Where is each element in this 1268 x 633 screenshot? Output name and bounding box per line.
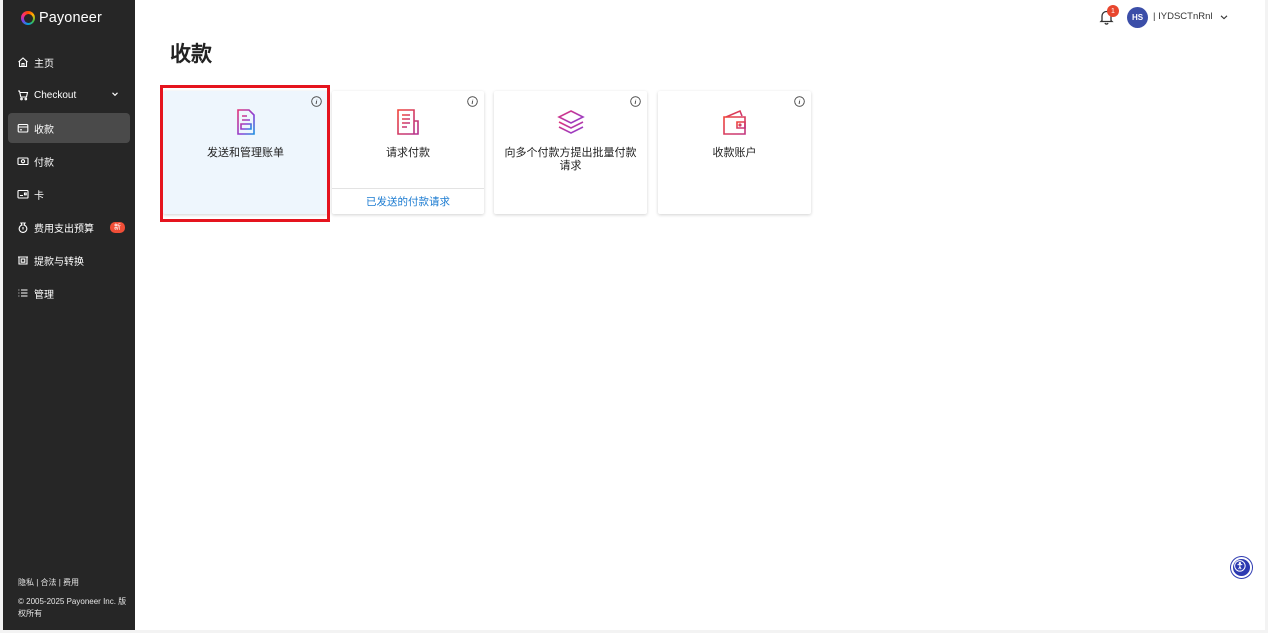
wallet-icon [722,109,746,135]
home-icon [18,57,28,68]
selection-highlight-frame [160,85,330,222]
accessibility-icon [1234,560,1246,572]
sidebar: Payoneer 主页 Checkout 收款 付款 卡 费用支出预算 新 提款… [3,0,135,630]
avatar[interactable]: HS [1127,7,1148,28]
sidebar-item-withdraw[interactable]: 提款与转换 [8,245,130,275]
sidebar-item-label: 付款 [34,157,54,169]
pay-icon [17,157,29,166]
app-window: Payoneer 主页 Checkout 收款 付款 卡 费用支出预算 新 提款… [3,0,1265,630]
footer-links[interactable]: 隐私 | 合法 | 费用 [18,577,79,588]
sidebar-item-label: 提款与转换 [34,256,84,268]
logo-ring-icon [21,11,35,25]
info-icon[interactable] [467,96,478,107]
sidebar-item-label: 收款 [34,124,54,136]
sidebar-item-label: 费用支出预算 [34,223,94,235]
sidebar-item-card[interactable]: 卡 [8,179,130,209]
sidebar-item-budget[interactable]: 费用支出预算 新 [8,212,130,242]
new-badge: 新 [110,221,125,233]
sidebar-item-checkout[interactable]: Checkout [8,80,130,110]
sidebar-item-label: 主页 [34,58,54,70]
notification-count-badge: 1 [1107,5,1119,17]
cart-icon [18,90,29,101]
accessibility-button[interactable] [1231,557,1252,578]
request-payment-card[interactable]: 请求付款 已发送的付款请求 [332,91,484,214]
card-label: 收款账户 [712,147,757,159]
sidebar-item-manage[interactable]: 管理 [8,278,130,308]
card-icon [17,189,29,199]
info-icon[interactable] [630,96,641,107]
card-label: 向多个付款方提出批量付款请求 [504,147,637,172]
sidebar-item-receive[interactable]: 收款 [8,113,130,143]
payoneer-logo[interactable]: Payoneer [21,10,102,26]
withdraw-icon [18,256,28,265]
receiving-accounts-card[interactable]: 收款账户 [658,91,811,214]
sidebar-item-pay[interactable]: 付款 [8,146,130,176]
user-name[interactable]: | IYDSCTnRnl [1153,11,1212,22]
sidebar-item-label: 管理 [34,289,54,301]
chevron-down-icon[interactable] [1219,12,1229,22]
info-icon[interactable] [794,96,805,107]
list-icon [18,289,28,297]
sent-requests-link[interactable]: 已发送的付款请求 [332,188,484,214]
card-label: 请求付款 [386,147,430,159]
sidebar-item-home[interactable]: 主页 [8,47,130,77]
sidebar-item-label: 卡 [34,190,44,202]
receive-icon [17,123,29,133]
layers-icon [556,110,585,134]
budget-icon [18,222,28,233]
sidebar-nav: 主页 Checkout 收款 付款 卡 费用支出预算 新 提款与转换 管理 [8,47,130,311]
logo-text: Payoneer [39,10,102,26]
batch-payment-request-card[interactable]: 向多个付款方提出批量付款请求 [494,91,647,214]
page-title: 收款 [170,43,212,66]
chevron-down-icon[interactable] [110,89,120,99]
copyright-text: © 2005-2025 Payoneer Inc. 版权所有 [18,597,127,618]
sidebar-item-label: Checkout [34,89,77,101]
request-document-icon [397,109,419,135]
